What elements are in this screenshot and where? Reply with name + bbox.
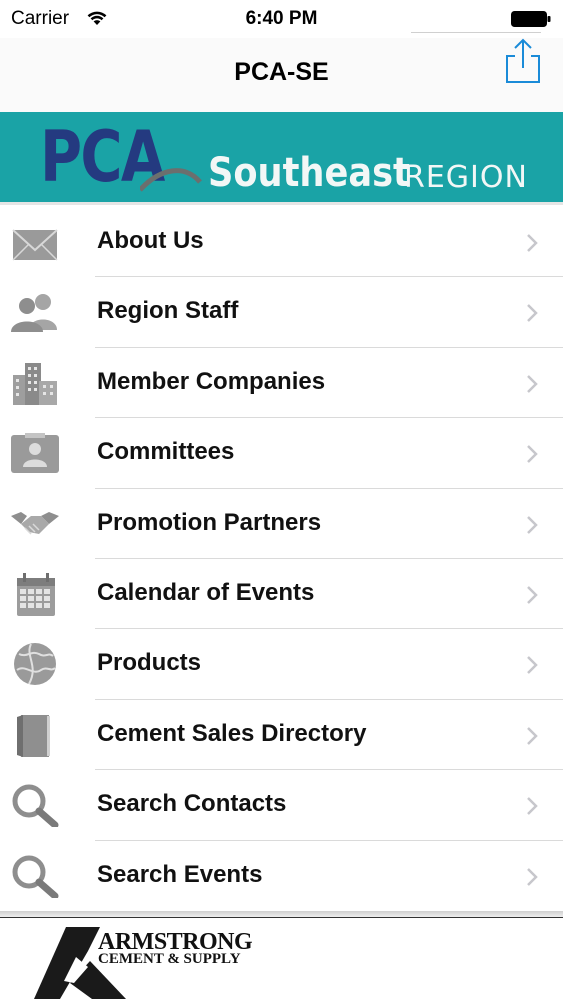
chevron-right-icon bbox=[526, 303, 538, 328]
menu-item-promotion-partners[interactable]: Promotion Partners bbox=[0, 489, 563, 559]
menu-item-committees[interactable]: Committees bbox=[0, 418, 563, 489]
battery-icon bbox=[511, 11, 551, 33]
footer-divider bbox=[0, 911, 563, 918]
sponsor-footer: ARMSTRONG CEMENT & SUPPLY bbox=[0, 918, 563, 1000]
status-time: 6:40 PM bbox=[245, 8, 318, 29]
nav-divider bbox=[411, 32, 541, 33]
buildings-icon bbox=[9, 361, 61, 405]
menu-item-label: About Us bbox=[97, 227, 204, 254]
calendar-icon bbox=[9, 572, 61, 616]
main-menu: About Us Region Staff Member Companies C… bbox=[0, 207, 563, 911]
menu-item-label: Committees bbox=[97, 438, 235, 466]
menu-item-calendar-of-events[interactable]: Calendar of Events bbox=[0, 559, 563, 630]
chevron-right-icon bbox=[526, 726, 538, 751]
swoosh-icon bbox=[138, 162, 210, 197]
banner-region: Southeast REGION bbox=[208, 150, 527, 196]
search-icon bbox=[9, 783, 61, 829]
menu-item-about-us[interactable]: About Us bbox=[0, 207, 563, 278]
sponsor-subtitle: CEMENT & SUPPLY bbox=[98, 951, 241, 967]
app-screen: Carrier 6:40 PM PCA-SE PCA Southeast REG… bbox=[0, 0, 563, 1000]
menu-item-search-contacts[interactable]: Search Contacts bbox=[0, 770, 563, 841]
menu-item-label: Cement Sales Directory bbox=[97, 719, 367, 747]
menu-item-label: Search Contacts bbox=[97, 790, 287, 818]
menu-item-region-staff[interactable]: Region Staff bbox=[0, 277, 563, 348]
handshake-icon bbox=[9, 502, 61, 546]
chevron-right-icon bbox=[526, 374, 538, 399]
book-icon bbox=[9, 713, 61, 757]
people-icon bbox=[9, 290, 61, 334]
navigation-bar: PCA-SE bbox=[0, 32, 563, 113]
chevron-right-icon bbox=[526, 867, 538, 892]
menu-item-label: Member Companies bbox=[97, 367, 326, 395]
menu-item-label: Products bbox=[97, 649, 202, 677]
region-banner: PCA Southeast REGION bbox=[0, 112, 563, 205]
contact-card-icon bbox=[9, 431, 61, 475]
banner-region-word: REGION bbox=[404, 160, 528, 195]
chevron-right-icon bbox=[526, 515, 538, 540]
banner-region-name: Southeast bbox=[208, 150, 410, 196]
chevron-right-icon bbox=[526, 796, 538, 821]
globe-icon bbox=[9, 642, 61, 686]
menu-item-cement-sales-directory[interactable]: Cement Sales Directory bbox=[0, 700, 563, 771]
chevron-right-icon bbox=[526, 444, 538, 469]
share-button[interactable] bbox=[503, 38, 543, 86]
menu-item-member-companies[interactable]: Member Companies bbox=[0, 348, 563, 419]
chevron-right-icon bbox=[526, 655, 538, 680]
search-icon bbox=[9, 854, 61, 900]
menu-item-label: Promotion Partners bbox=[97, 508, 322, 536]
menu-item-label: Calendar of Events bbox=[97, 578, 315, 606]
share-icon bbox=[506, 38, 540, 83]
chevron-right-icon bbox=[526, 585, 538, 610]
page-title: PCA-SE bbox=[234, 58, 329, 86]
chevron-right-icon bbox=[526, 233, 538, 258]
menu-item-label: Region Staff bbox=[97, 297, 239, 325]
menu-item-search-events[interactable]: Search Events bbox=[0, 841, 563, 911]
menu-item-label: Search Events bbox=[97, 860, 263, 888]
envelope-icon bbox=[9, 220, 61, 264]
menu-item-products[interactable]: Products bbox=[0, 629, 563, 700]
